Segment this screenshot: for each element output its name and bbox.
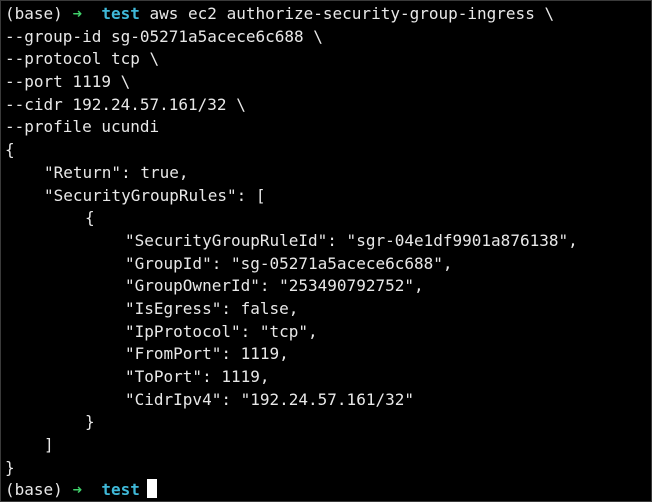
terminal-window[interactable]: (base) ➜ test aws ec2 authorize-security… (0, 0, 652, 502)
command-continuation: --port 1119 \ (5, 72, 131, 92)
command-continuation: --protocol tcp \ (5, 49, 160, 69)
json-open-brace: { (5, 140, 15, 160)
prompt-directory: test (101, 480, 140, 500)
json-field: "SecurityGroupRuleId": "sgr-04e1df9901a8… (125, 230, 578, 250)
json-return-line: "Return": true, (44, 162, 189, 182)
terminal-output: (base) ➜ test aws ec2 authorize-security… (5, 3, 578, 501)
json-rules-open: "SecurityGroupRules": [ (44, 185, 266, 205)
prompt-arrow-icon: ➜ (72, 480, 83, 500)
command-continuation: --group-id sg-05271a5acece6c688 \ (5, 26, 323, 46)
json-field: "IsEgress": false, (125, 298, 299, 318)
json-close-brace: } (5, 457, 15, 477)
json-field: "GroupOwnerId": "253490792752", (125, 276, 424, 296)
command-line: (base) ➜ test aws ec2 authorize-security… (5, 3, 578, 26)
json-field: "CidrIpv4": "192.24.57.161/32" (125, 389, 414, 409)
json-item-open: { (85, 208, 95, 228)
json-rules-close: ] (44, 435, 54, 455)
json-field: "FromPort": 1119, (125, 344, 289, 364)
prompt-env: (base) (5, 4, 63, 23)
json-field: "GroupId": "sg-05271a5acece6c688", (125, 253, 453, 273)
json-field: "IpProtocol": "tcp", (125, 321, 318, 341)
command-continuation: --cidr 192.24.57.161/32 \ (5, 94, 246, 114)
json-item-close: } (85, 412, 95, 432)
prompt-arrow-icon: ➜ (72, 4, 83, 23)
json-field: "ToPort": 1119, (125, 367, 270, 386)
text-cursor[interactable] (146, 479, 157, 499)
command-continuation: --profile ucundi (5, 117, 160, 137)
current-prompt-line[interactable]: (base) ➜ test (5, 479, 578, 501)
prompt-directory: test (101, 4, 140, 23)
prompt-env: (base) (5, 480, 63, 500)
command-text: aws ec2 authorize-security-group-ingress… (139, 4, 555, 23)
